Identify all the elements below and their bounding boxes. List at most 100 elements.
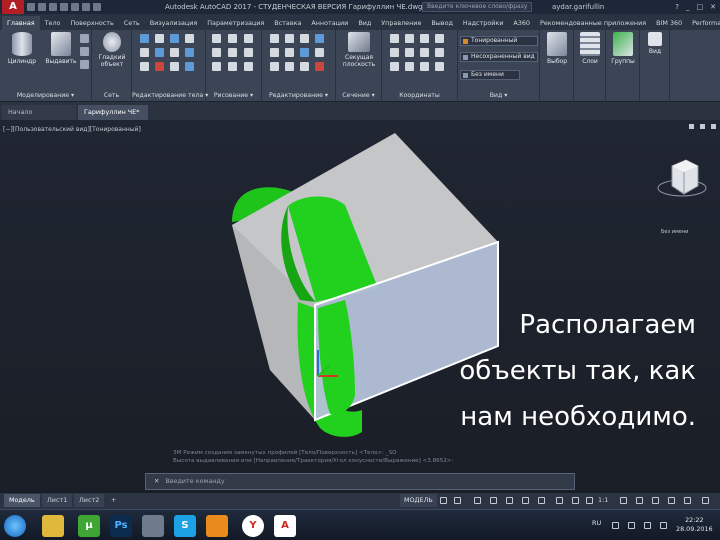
system-clock[interactable]: 22:22 28.09.2016 bbox=[676, 516, 713, 534]
shell-icon[interactable] bbox=[155, 48, 164, 57]
command-line[interactable]: ✕ Введите команду bbox=[145, 473, 575, 490]
file-tab-drawing[interactable]: Гарифуллин ЧЕ* bbox=[78, 105, 148, 120]
maximize-button[interactable]: □ bbox=[697, 0, 704, 14]
object-snap-icon[interactable] bbox=[538, 497, 545, 504]
tools-icon[interactable] bbox=[142, 515, 164, 537]
help-icon[interactable]: ? bbox=[675, 0, 679, 14]
ucs-world-icon[interactable] bbox=[405, 34, 414, 43]
polar-icon[interactable] bbox=[490, 497, 497, 504]
network-icon[interactable] bbox=[628, 522, 635, 529]
tab-featured-apps[interactable]: Рекомендованные приложения bbox=[535, 16, 651, 30]
print-icon[interactable] bbox=[71, 3, 79, 11]
save-as-icon[interactable] bbox=[60, 3, 68, 11]
3d-align-icon[interactable] bbox=[315, 34, 324, 43]
tab-surface[interactable]: Поверхность bbox=[65, 16, 118, 30]
hatch-icon[interactable] bbox=[244, 62, 253, 71]
ellipse-icon[interactable] bbox=[244, 48, 253, 57]
hardware-acceleration-icon[interactable] bbox=[668, 497, 675, 504]
rotate-icon[interactable] bbox=[285, 34, 294, 43]
3d-move-icon[interactable] bbox=[300, 34, 309, 43]
open-file-icon[interactable] bbox=[38, 3, 46, 11]
trim-icon[interactable] bbox=[285, 62, 294, 71]
circle-icon[interactable] bbox=[244, 34, 253, 43]
layout-tab-sheet2[interactable]: Лист2 bbox=[74, 494, 105, 507]
annotation-scale[interactable]: 1:1 bbox=[598, 494, 608, 507]
box-icon[interactable] bbox=[80, 34, 89, 43]
settings-gear-icon[interactable] bbox=[620, 497, 627, 504]
subtract-icon[interactable] bbox=[155, 34, 164, 43]
search-input[interactable]: Введите ключевое слово/фразу bbox=[422, 2, 532, 12]
ucs-previous-icon[interactable] bbox=[435, 62, 444, 71]
workspace-icon[interactable] bbox=[636, 497, 643, 504]
command-input[interactable]: Введите команду bbox=[165, 477, 224, 485]
drawing-viewport[interactable]: [−][Пользовательский вид][Тонированный] bbox=[0, 120, 720, 493]
redo-icon[interactable] bbox=[93, 3, 101, 11]
tab-mesh[interactable]: Сеть bbox=[119, 16, 145, 30]
tab-parametric[interactable]: Параметризация bbox=[202, 16, 269, 30]
group-modify-label[interactable]: Редактирование ▾ bbox=[262, 91, 335, 101]
undo-icon[interactable] bbox=[82, 3, 90, 11]
lineweight-icon[interactable] bbox=[572, 497, 579, 504]
tab-annotate[interactable]: Аннотации bbox=[306, 16, 353, 30]
mirror-icon[interactable] bbox=[285, 48, 294, 57]
layout-tab-sheet1[interactable]: Лист1 bbox=[42, 494, 73, 507]
interfere-icon[interactable] bbox=[140, 48, 149, 57]
ucs-zaxis-icon[interactable] bbox=[420, 62, 429, 71]
tab-addins[interactable]: Надстройки bbox=[458, 16, 509, 30]
extrude-button[interactable]: Выдавить bbox=[42, 32, 80, 65]
ortho-icon[interactable] bbox=[474, 497, 481, 504]
yandex-browser-icon[interactable]: Y bbox=[242, 515, 264, 537]
clean-screen-icon[interactable] bbox=[684, 497, 691, 504]
snap-icon[interactable] bbox=[454, 497, 461, 504]
ucs-view-icon[interactable] bbox=[435, 48, 444, 57]
offset-edge-icon[interactable] bbox=[170, 62, 179, 71]
arc-icon[interactable] bbox=[228, 34, 237, 43]
union-icon[interactable] bbox=[140, 34, 149, 43]
slice-icon[interactable] bbox=[185, 34, 194, 43]
group-solid-editing-label[interactable]: Редактирование тела ▾ bbox=[132, 91, 208, 101]
copy-icon[interactable] bbox=[270, 48, 279, 57]
ucs-origin-icon[interactable] bbox=[420, 34, 429, 43]
viewcube-ucs-label[interactable]: Без имени bbox=[661, 229, 688, 235]
autocad-logo[interactable]: A bbox=[2, 0, 24, 14]
filter-select[interactable]: Без имени bbox=[460, 70, 520, 80]
scale-icon[interactable] bbox=[315, 48, 324, 57]
model-space-toggle[interactable]: МОДЕЛЬ bbox=[400, 494, 437, 507]
annotation-icon[interactable] bbox=[586, 497, 593, 504]
group-draw-label[interactable]: Рисование ▾ bbox=[206, 91, 261, 101]
polyline-icon[interactable] bbox=[212, 48, 221, 57]
isodraft-icon[interactable] bbox=[506, 497, 513, 504]
fillet-edge-icon[interactable] bbox=[170, 48, 179, 57]
sweep-icon[interactable] bbox=[80, 60, 89, 69]
add-layout-button[interactable]: + bbox=[106, 494, 121, 507]
tab-bim360[interactable]: BIM 360 bbox=[651, 16, 687, 30]
autocad-taskbar-icon[interactable]: A bbox=[274, 515, 296, 537]
imprint-icon[interactable] bbox=[185, 48, 194, 57]
line-icon[interactable] bbox=[212, 34, 221, 43]
tray-arrow-icon[interactable] bbox=[612, 522, 619, 529]
tab-view[interactable]: Вид bbox=[353, 16, 376, 30]
grid-icon[interactable] bbox=[440, 497, 447, 504]
cylinder-button[interactable]: Цилиндр bbox=[3, 32, 41, 65]
utorrent-icon[interactable]: µ bbox=[78, 515, 100, 537]
separate-icon[interactable] bbox=[140, 62, 149, 71]
minimize-button[interactable]: _ bbox=[686, 0, 690, 14]
group-section-label[interactable]: Сечение ▾ bbox=[336, 91, 381, 101]
ucs-z-icon[interactable] bbox=[405, 48, 414, 57]
tab-performance[interactable]: Performance bbox=[687, 16, 720, 30]
user-name[interactable]: aydar.garifullin bbox=[552, 0, 604, 14]
tab-manage[interactable]: Управление bbox=[376, 16, 426, 30]
tab-solid[interactable]: Тело bbox=[40, 16, 66, 30]
save-icon[interactable] bbox=[49, 3, 57, 11]
blender-icon[interactable] bbox=[206, 515, 228, 537]
group-coordinates-label[interactable]: Координаты bbox=[382, 91, 457, 101]
group-mesh-label[interactable]: Сеть bbox=[92, 91, 131, 101]
layout-tab-model[interactable]: Модель bbox=[4, 494, 40, 507]
smooth-object-button[interactable]: Гладкий объект bbox=[93, 32, 131, 68]
explorer-icon[interactable] bbox=[42, 515, 64, 537]
ucs-y-icon[interactable] bbox=[390, 48, 399, 57]
ucs-icon[interactable] bbox=[390, 34, 399, 43]
chamfer-edge-icon[interactable] bbox=[155, 62, 164, 71]
spline-icon[interactable] bbox=[228, 48, 237, 57]
ucs-3point-icon[interactable] bbox=[420, 48, 429, 57]
